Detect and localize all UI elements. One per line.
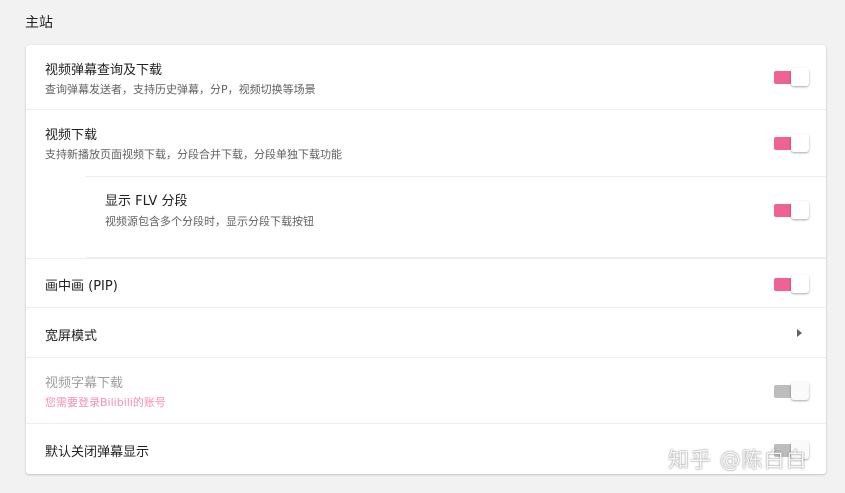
setting-description: 支持新播放页面视频下载，分段合并下载，分段单独下载功能	[45, 148, 342, 161]
pip-toggle[interactable]	[773, 275, 809, 293]
settings-card: 视频弹幕查询及下载 查询弹幕发送者，支持历史弹幕，分P，视频切换等场景 视频下载…	[26, 45, 826, 474]
toggle-knob	[791, 68, 809, 86]
toggle-knob	[791, 201, 809, 219]
setting-title: 默认关闭弹幕显示	[45, 445, 150, 460]
setting-title: 显示 FLV 分段	[105, 194, 188, 209]
setting-title: 视频下载	[45, 128, 98, 143]
setting-title: 视频弹幕查询及下载	[45, 63, 163, 78]
toggle-knob	[791, 275, 809, 293]
chevron-right-icon[interactable]	[797, 329, 802, 337]
section-title: 主站	[25, 15, 53, 31]
setting-title: 宽屏模式	[45, 329, 98, 344]
setting-description: 视频源包含多个分段时，显示分段下载按钮	[105, 215, 314, 228]
danmaku-query-toggle[interactable]	[773, 68, 809, 86]
toggle-knob	[791, 382, 809, 400]
setting-description: 查询弹幕发送者，支持历史弹幕，分P，视频切换等场景	[45, 83, 316, 96]
setting-pip[interactable]: 画中画 (PIP)	[26, 258, 826, 308]
setting-widescreen[interactable]: 宽屏模式	[26, 308, 826, 358]
setting-title: 画中画 (PIP)	[45, 279, 118, 294]
flv-segments-toggle[interactable]	[773, 201, 809, 219]
setting-flv-segments[interactable]: 显示 FLV 分段 视频源包含多个分段时，显示分段下载按钮	[86, 176, 826, 258]
setting-video-download[interactable]: 视频下载 支持新播放页面视频下载，分段合并下载，分段单独下载功能	[26, 110, 826, 177]
setting-danmaku-query[interactable]: 视频弹幕查询及下载 查询弹幕发送者，支持历史弹幕，分P，视频切换等场景	[26, 45, 826, 110]
watermark: 知乎 @陈白白	[668, 448, 808, 472]
toggle-knob	[791, 134, 809, 152]
subtitle-download-toggle[interactable]	[773, 382, 809, 400]
video-download-toggle[interactable]	[773, 134, 809, 152]
setting-subtitle-download[interactable]: 视频字幕下载 您需要登录Bilibili的账号	[26, 358, 826, 424]
setting-title: 视频字幕下载	[45, 376, 124, 391]
login-required-hint: 您需要登录Bilibili的账号	[45, 396, 166, 409]
